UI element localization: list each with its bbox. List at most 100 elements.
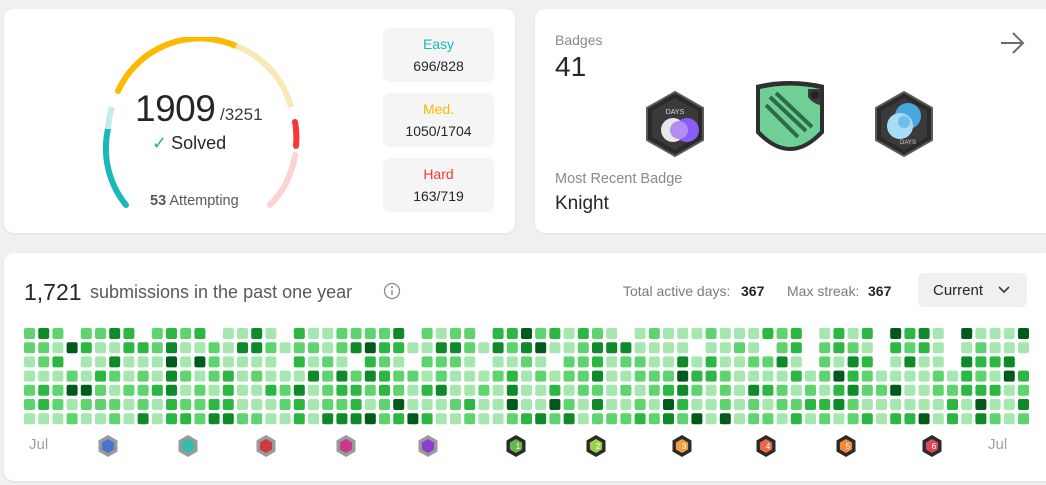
heatmap-cell[interactable] — [521, 384, 532, 396]
heatmap-cell[interactable] — [890, 342, 902, 354]
heatmap-cell[interactable] — [265, 384, 277, 396]
heatmap-cell[interactable] — [563, 370, 575, 382]
heatmap-cell[interactable] — [151, 328, 163, 339]
heatmap-cell[interactable] — [904, 342, 916, 354]
heatmap-cell[interactable] — [975, 413, 987, 425]
heatmap-cell[interactable] — [790, 370, 802, 382]
heatmap-cell[interactable] — [95, 342, 106, 354]
heatmap-cell[interactable] — [677, 328, 689, 339]
heatmap-cell[interactable] — [123, 370, 135, 382]
heatmap-cell[interactable] — [606, 399, 618, 410]
heatmap-cell[interactable] — [606, 342, 618, 354]
heatmap-cell[interactable] — [876, 413, 887, 425]
heatmap-cell[interactable] — [876, 384, 887, 396]
heatmap-cell[interactable] — [38, 399, 50, 410]
heatmap-cell[interactable] — [890, 356, 902, 368]
heatmap-cell[interactable] — [648, 370, 660, 382]
heatmap-cell[interactable] — [166, 384, 177, 396]
heatmap-cell[interactable] — [421, 328, 433, 339]
heatmap-cell[interactable] — [535, 399, 547, 410]
heatmap-cell[interactable] — [222, 342, 234, 354]
heatmap-cell[interactable] — [861, 342, 873, 354]
heatmap-cell[interactable] — [634, 413, 646, 425]
heatmap-cell[interactable] — [677, 370, 689, 382]
heatmap-cell[interactable] — [861, 370, 873, 382]
heatmap-cell[interactable] — [208, 413, 220, 425]
heatmap-cell[interactable] — [123, 356, 135, 368]
heatmap-cell[interactable] — [350, 413, 362, 425]
heatmap-cell[interactable] — [521, 413, 532, 425]
heatmap-cell[interactable] — [592, 328, 603, 339]
heatmap-cell[interactable] — [379, 342, 390, 354]
month-badge-icon[interactable] — [98, 435, 118, 457]
heatmap-cell[interactable] — [776, 356, 788, 368]
heatmap-cell[interactable] — [620, 399, 632, 410]
heatmap-cell[interactable] — [549, 328, 561, 339]
heatmap-cell[interactable] — [194, 370, 206, 382]
heatmap-cell[interactable] — [492, 342, 504, 354]
heatmap-cell[interactable] — [918, 328, 930, 339]
heatmap-cell[interactable] — [194, 356, 206, 368]
heatmap-cell[interactable] — [308, 328, 319, 339]
heatmap-cell[interactable] — [407, 384, 419, 396]
heatmap-cell[interactable] — [577, 399, 589, 410]
heatmap-cell[interactable] — [24, 413, 35, 425]
heatmap-cell[interactable] — [634, 384, 646, 396]
heatmap-cell[interactable] — [379, 399, 390, 410]
heatmap-cell[interactable] — [521, 356, 532, 368]
heatmap-cell[interactable] — [904, 399, 916, 410]
heatmap-cell[interactable] — [989, 370, 1001, 382]
heatmap-cell[interactable] — [535, 328, 547, 339]
heatmap-cell[interactable] — [535, 413, 547, 425]
heatmap-cell[interactable] — [350, 399, 362, 410]
heatmap-cell[interactable] — [336, 384, 348, 396]
heatmap-cell[interactable] — [52, 356, 64, 368]
heatmap-cell[interactable] — [705, 328, 717, 339]
heatmap-cell[interactable] — [166, 413, 177, 425]
heatmap-cell[interactable] — [861, 328, 873, 339]
heatmap-cell[interactable] — [805, 384, 816, 396]
heatmap-cell[interactable] — [677, 413, 689, 425]
heatmap-cell[interactable] — [237, 384, 248, 396]
heatmap-cell[interactable] — [961, 384, 973, 396]
heatmap-cell[interactable] — [705, 384, 717, 396]
month-badge-icon[interactable] — [336, 435, 356, 457]
heatmap-cell[interactable] — [918, 413, 930, 425]
heatmap-cell[interactable] — [293, 342, 305, 354]
heatmap-cell[interactable] — [592, 413, 603, 425]
heatmap-cell[interactable] — [151, 356, 163, 368]
heatmap-cell[interactable] — [322, 399, 334, 410]
heatmap-cell[interactable] — [109, 356, 121, 368]
heatmap-cell[interactable] — [634, 356, 646, 368]
heatmap-cell[interactable] — [166, 356, 177, 368]
heatmap-cell[interactable] — [890, 399, 902, 410]
heatmap-cell[interactable] — [492, 384, 504, 396]
heatmap-cell[interactable] — [308, 342, 319, 354]
heatmap-cell[interactable] — [563, 384, 575, 396]
heatmap-cell[interactable] — [805, 413, 816, 425]
heatmap-cell[interactable] — [308, 413, 319, 425]
heatmap-cell[interactable] — [194, 399, 206, 410]
heatmap-cell[interactable] — [719, 370, 731, 382]
heatmap-cell[interactable] — [918, 370, 930, 382]
heatmap-cell[interactable] — [677, 356, 689, 368]
heatmap-cell[interactable] — [265, 356, 277, 368]
heatmap-cell[interactable] — [208, 356, 220, 368]
heatmap-cell[interactable] — [577, 413, 589, 425]
heatmap-cell[interactable] — [833, 413, 845, 425]
heatmap-cell[interactable] — [464, 328, 476, 339]
heatmap-cell[interactable] — [847, 384, 859, 396]
heatmap-cell[interactable] — [66, 342, 78, 354]
heatmap-cell[interactable] — [776, 399, 788, 410]
heatmap-cell[interactable] — [265, 328, 277, 339]
heatmap-cell[interactable] — [450, 356, 461, 368]
month-badge-icon[interactable]: 1 — [506, 435, 526, 457]
heatmap-cell[interactable] — [734, 342, 745, 354]
heatmap-cell[interactable] — [521, 342, 532, 354]
heatmap-cell[interactable] — [947, 413, 958, 425]
heatmap-cell[interactable] — [932, 370, 944, 382]
month-badge-icon[interactable]: 6 — [922, 435, 942, 457]
heatmap-cell[interactable] — [137, 413, 149, 425]
heatmap-cell[interactable] — [222, 328, 234, 339]
heatmap-cell[interactable] — [677, 342, 689, 354]
